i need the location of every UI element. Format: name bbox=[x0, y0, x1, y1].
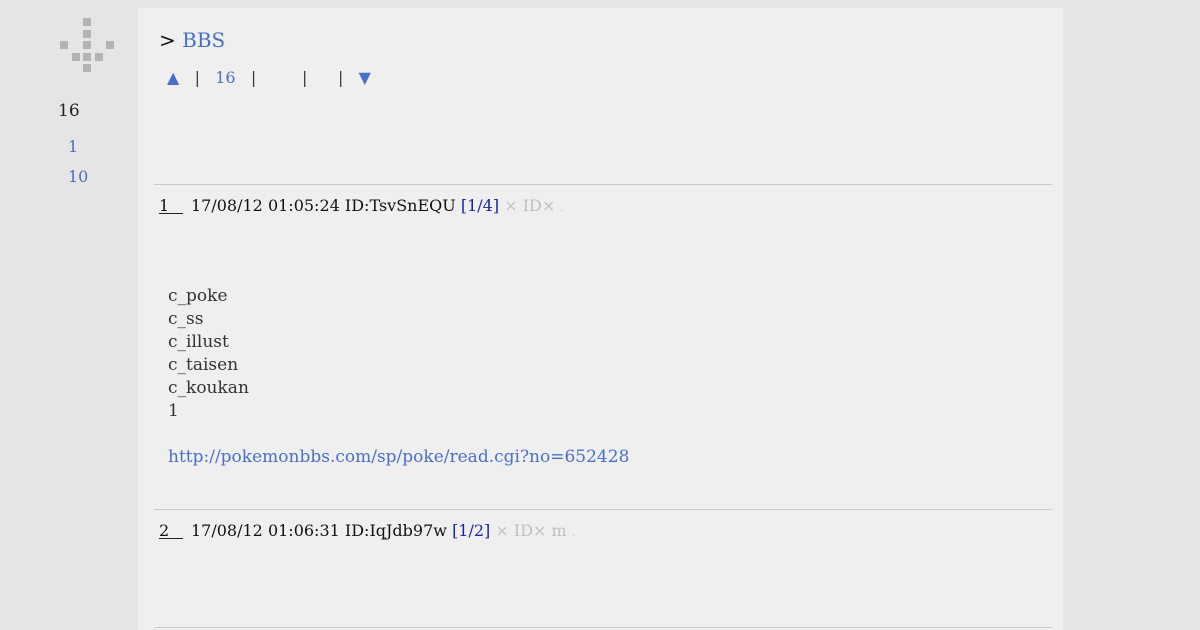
post-id: ID:IqJdb97w bbox=[344, 521, 447, 540]
post-dot: . bbox=[560, 203, 564, 214]
post-date: 17/08/12 01:05:24 bbox=[191, 196, 340, 215]
main-panel: > BBS ▲ | 16 | | | ▼ 1 17/08/12 01:05:24 … bbox=[138, 8, 1063, 630]
post-header: 2 17/08/12 01:06:31 ID:IqJdb97w [1/2] × I… bbox=[159, 521, 575, 540]
hide-post-button[interactable]: × bbox=[495, 521, 508, 540]
sidebar-link-10[interactable]: 10 bbox=[68, 167, 88, 186]
post-date: 17/08/12 01:06:31 bbox=[191, 521, 340, 540]
mention-button[interactable]: m bbox=[552, 521, 567, 540]
sidebar-link-1[interactable]: 1 bbox=[68, 137, 78, 156]
post-number-link[interactable]: 1 bbox=[159, 198, 183, 214]
post-id-count-link[interactable]: [1/2] bbox=[452, 521, 490, 540]
pager-page-link[interactable]: 16 bbox=[215, 68, 235, 87]
divider bbox=[154, 509, 1052, 510]
post-id-count-link[interactable]: [1/4] bbox=[461, 196, 499, 215]
post-dot: . bbox=[571, 528, 575, 539]
pager-separator: | bbox=[337, 68, 344, 87]
post-url-link[interactable]: http://pokemonbbs.com/sp/poke/read.cgi?n… bbox=[168, 447, 629, 467]
post-line: c_taisen bbox=[168, 355, 239, 375]
pager-separator: | bbox=[194, 68, 200, 87]
scroll-down-icon[interactable]: ▼ bbox=[359, 68, 371, 87]
post-line: c_ss bbox=[168, 309, 204, 329]
post-body: c_poke c_ss c_illust c_taisen c_koukan 1… bbox=[168, 285, 629, 469]
hide-post-button[interactable]: × bbox=[504, 196, 517, 215]
post-number-link[interactable]: 2 bbox=[159, 523, 183, 539]
post-header: 1 17/08/12 01:05:24 ID:TsvSnEQU [1/4] × I… bbox=[159, 196, 564, 215]
scroll-up-icon[interactable]: ▲ bbox=[167, 68, 179, 87]
post-id: ID:TsvSnEQU bbox=[344, 196, 456, 215]
divider bbox=[154, 184, 1052, 185]
breadcrumb-link-bbs[interactable]: BBS bbox=[182, 28, 225, 52]
post-line: c_poke bbox=[168, 286, 228, 306]
post-line bbox=[168, 423, 629, 446]
pager-separator: | bbox=[302, 68, 308, 87]
pager: ▲ | 16 | | | ▼ bbox=[167, 68, 371, 87]
sidebar-count: 16 bbox=[58, 101, 80, 121]
divider bbox=[154, 627, 1052, 628]
post-line: 1 bbox=[168, 401, 179, 421]
site-logo-icon[interactable] bbox=[60, 18, 116, 74]
post-line: c_koukan bbox=[168, 378, 249, 398]
hide-id-button[interactable]: ID× bbox=[523, 196, 556, 215]
breadcrumb-prefix: > bbox=[159, 28, 176, 52]
hide-id-button[interactable]: ID× bbox=[514, 521, 547, 540]
pager-separator: | bbox=[250, 68, 257, 87]
left-sidebar: 16 1 10 bbox=[0, 0, 138, 630]
breadcrumb: > BBS bbox=[159, 28, 225, 52]
post-line: c_illust bbox=[168, 332, 229, 352]
